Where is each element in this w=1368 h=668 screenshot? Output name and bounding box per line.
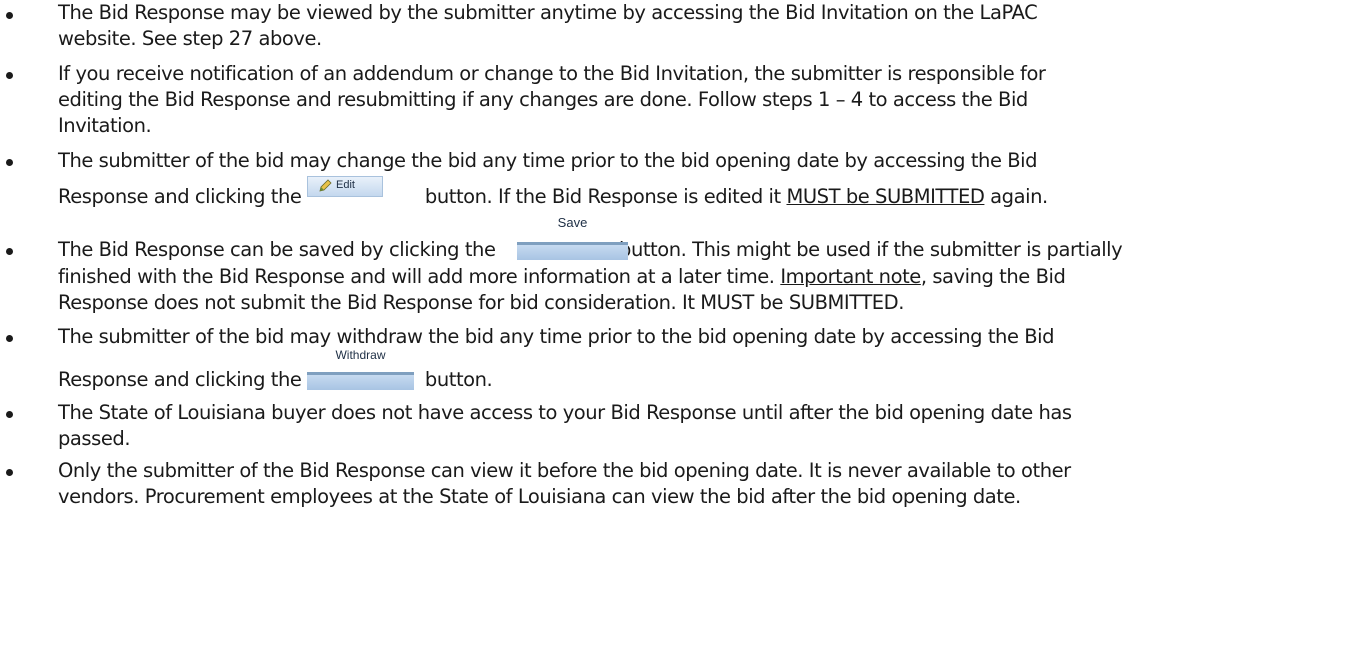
bullet-3-text-a: Response and clicking the — [58, 185, 302, 208]
bullet-3-emphasis: MUST be SUBMITTED — [786, 185, 985, 208]
bullet-dot — [6, 72, 13, 79]
bullet-dot — [6, 12, 13, 19]
edit-button-label: Edit — [336, 179, 355, 191]
bullet-2-line-3: Invitation. — [58, 114, 152, 137]
withdraw-button-label: Withdraw — [335, 348, 386, 362]
withdraw-button[interactable]: Withdraw — [307, 348, 414, 390]
bullet-3-line-2: Response and clicking the button. If the… — [58, 184, 1048, 210]
bullet-4-line-3: Response does not submit the Bid Respons… — [58, 291, 904, 314]
bullet-4-text-c: finished with the Bid Response and will … — [58, 265, 775, 288]
bullet-dot — [6, 469, 13, 476]
bullet-5-text-b: button. — [424, 368, 493, 391]
bullet-4-text-b: button. This might be used if the submit… — [619, 238, 1123, 261]
edit-button[interactable]: Edit — [307, 176, 383, 197]
bullet-5-line-1: The submitter of the bid may withdraw th… — [58, 325, 1055, 348]
bullet-7-line-2: vendors. Procurement employees at the St… — [58, 485, 1021, 508]
instruction-list: The Bid Response may be viewed by the su… — [0, 0, 1368, 668]
bullet-1-line-1: The Bid Response may be viewed by the su… — [58, 1, 1038, 24]
bullet-1-line-2: website. See step 27 above. — [58, 27, 322, 50]
bullet-6-line-1: The State of Louisiana buyer does not ha… — [58, 401, 1072, 424]
bullet-dot — [6, 411, 13, 418]
save-button[interactable]: Save — [517, 215, 628, 260]
bullet-3-text-c: again. — [990, 185, 1048, 208]
bullet-6-line-2: passed. — [58, 427, 131, 450]
bullet-4-emphasis: Important note — [780, 265, 921, 288]
bullet-3-line-1: The submitter of the bid may change the … — [58, 149, 1038, 172]
pencil-icon — [318, 179, 332, 196]
bullet-2-line-1: If you receive notification of an addend… — [58, 62, 1046, 85]
bullet-5-text-a: Response and clicking the — [58, 368, 302, 391]
bullet-dot — [6, 159, 13, 166]
save-button-label: Save — [557, 215, 588, 230]
bullet-dot — [6, 335, 13, 342]
bullet-7-line-1: Only the submitter of the Bid Response c… — [58, 459, 1071, 482]
bullet-4-text-d: , saving the Bid — [920, 265, 1066, 288]
bullet-5-line-2: Response and clicking the button. — [58, 367, 493, 393]
bullet-2-line-2: editing the Bid Response and resubmittin… — [58, 88, 1028, 111]
bullet-4-line-2: finished with the Bid Response and will … — [58, 264, 1066, 290]
bullet-3-text-b: button. If the Bid Response is edited it — [424, 185, 781, 208]
bullet-4-text-a: The Bid Response can be saved by clickin… — [58, 238, 496, 261]
bullet-dot — [6, 248, 13, 255]
